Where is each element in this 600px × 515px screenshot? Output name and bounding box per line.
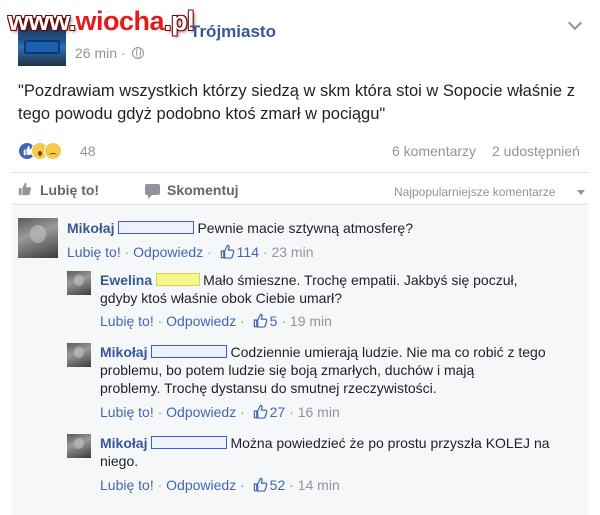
comment-like-count[interactable]: 52 [270, 477, 286, 493]
comment-like-count[interactable]: 5 [270, 313, 278, 329]
comment-reply-link[interactable]: Odpowiedz [166, 313, 236, 329]
comment-like-link[interactable]: Lubię to! [100, 477, 154, 493]
comment-actions: Lubię to! · Odpowiedz · 27 · 16 min [100, 404, 340, 420]
like-count-icon [253, 313, 268, 328]
reply-text-line: gdyby ktoś właśnie obok Ciebie umarł? [100, 290, 343, 306]
comment-like-count[interactable]: 114 [237, 244, 259, 260]
train-image [24, 40, 60, 54]
avatar[interactable] [67, 343, 91, 367]
comment-actions: Lubię to! · Odpowiedz · 114 · 23 min [67, 244, 314, 260]
divider [12, 172, 588, 173]
comment-actions: Lubię to! · Odpowiedz · 52 · 14 min [100, 477, 340, 493]
like-button[interactable]: Lubię to! [40, 182, 99, 198]
reply-text: Mikołaj Codziennie umierają ludzie. Nie m… [100, 344, 546, 360]
comment-reply-link[interactable]: Odpowiedz [166, 477, 236, 493]
globe-icon [132, 47, 144, 59]
redacted-surname [156, 273, 201, 286]
reply-text: Mikołaj Można powiedzieć że po prostu prz… [100, 435, 550, 451]
comment-like-link[interactable]: Lubię to! [100, 313, 154, 329]
reply-text-line: problemy. Trochę dystansu do smutnej rze… [100, 380, 437, 396]
avatar[interactable] [18, 218, 58, 258]
avatar[interactable] [67, 434, 91, 458]
comment-author[interactable]: Mikołaj [100, 344, 147, 360]
sad-reaction-icon [44, 142, 62, 160]
like-count-icon [253, 404, 268, 419]
like-count-icon [253, 477, 268, 492]
redacted-surname [118, 221, 195, 234]
comment-actions: Lubię to! · Odpowiedz · 5 · 19 min [100, 313, 332, 329]
comment-time[interactable]: 23 min [271, 244, 313, 260]
like-thumb-icon [18, 182, 32, 196]
divider [12, 204, 588, 205]
post-text: "Pozdrawiam wszystkich którzy siedzą w s… [18, 82, 575, 123]
comment-count[interactable]: 6 komentarzy [392, 143, 476, 159]
comment-time[interactable]: 19 min [290, 313, 332, 329]
comment-author[interactable]: Mikołaj [100, 435, 147, 451]
reply-text-line: niego. [100, 453, 139, 469]
redacted-surname [151, 345, 228, 358]
comment-text: Mikołaj Pewnie macie sztywną atmosferę? [67, 220, 414, 236]
facebook-post: www.wiocha.pl Trójmiasto 26 min · "Pozdr… [0, 0, 600, 515]
reply-text: Ewelina Mało śmieszne. Trochę empatii. Ja… [100, 272, 518, 288]
comment-reply-link[interactable]: Odpowiedz [166, 404, 236, 420]
like-count-icon [220, 244, 235, 259]
page-name[interactable]: Trójmiasto [190, 22, 276, 42]
post-time[interactable]: 26 min · [75, 45, 126, 61]
redacted-surname [151, 436, 228, 449]
comment-time[interactable]: 14 min [298, 477, 340, 493]
comment-icon [145, 184, 160, 199]
comment-author[interactable]: Mikołaj [67, 220, 114, 236]
comment-time[interactable]: 16 min [298, 404, 340, 420]
comment-like-count[interactable]: 27 [270, 404, 286, 420]
share-count[interactable]: 2 udostępnień [492, 143, 580, 159]
comment-button[interactable]: Skomentuj [167, 182, 239, 198]
avatar[interactable] [67, 271, 91, 295]
reply-text-line: problemu, bo potem ludzie się boją zmarł… [100, 362, 475, 378]
caret-down-icon[interactable] [577, 190, 585, 195]
comment-like-link[interactable]: Lubię to! [100, 404, 154, 420]
chevron-down-icon[interactable] [567, 15, 583, 31]
watermark-logo: www.wiocha.pl [8, 6, 195, 36]
comment-reply-link[interactable]: Odpowiedz [133, 244, 203, 260]
comment-author[interactable]: Ewelina [100, 272, 152, 288]
comment-like-link[interactable]: Lubię to! [67, 244, 121, 260]
reaction-count[interactable]: 48 [80, 143, 96, 159]
sort-comments-dropdown[interactable]: Najpopularniejsze komentarze [394, 185, 555, 199]
